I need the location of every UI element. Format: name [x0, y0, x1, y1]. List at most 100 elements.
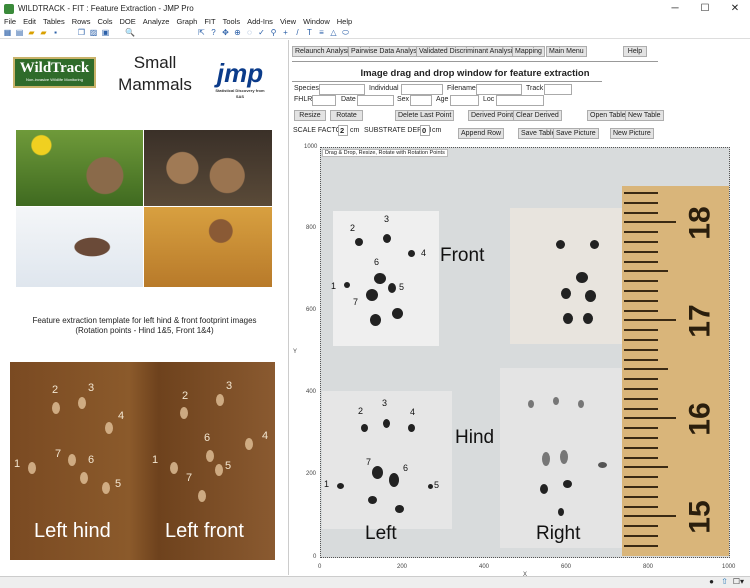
help-tool-icon[interactable]: ?: [209, 28, 218, 37]
ruler-tick: [624, 231, 658, 234]
y-axis-label: Y: [293, 349, 298, 355]
ruler-tick: [624, 417, 676, 420]
toolbar: ▦ ▤ ▰ ▰ ▪ ❐ ▨ ▣ 🔍 ⇱? ✥ ⊕ ◌ ✓ ⚲ + / T ≡ △ ⬭: [0, 27, 750, 39]
menu-addins[interactable]: Add-Ins: [247, 17, 273, 27]
filename-input[interactable]: [476, 84, 522, 95]
main-menu-button[interactable]: Main Menu: [546, 46, 587, 57]
jmp-logo: jmp Statistical Discovery from SAS: [215, 58, 265, 99]
menu-help[interactable]: Help: [337, 17, 352, 27]
ruler-tick: [624, 505, 658, 508]
annotate-icon[interactable]: T: [305, 28, 314, 37]
ruler-tick: [624, 544, 658, 547]
fhlr-input[interactable]: [312, 95, 336, 106]
close-button[interactable]: ✕: [720, 0, 750, 17]
crosshair-icon[interactable]: +: [281, 28, 290, 37]
scale-factor-input[interactable]: 2: [338, 125, 348, 136]
grabber-icon[interactable]: ⊕: [233, 28, 242, 37]
new-table-icon[interactable]: ▦: [3, 28, 12, 37]
magnifier-icon[interactable]: ⚲: [269, 28, 278, 37]
individual-input[interactable]: [401, 84, 443, 95]
x-tick: 200: [397, 564, 408, 570]
menu-fit[interactable]: FIT: [204, 17, 215, 27]
relaunch-analysis-button[interactable]: Relaunch Analysis: [292, 46, 356, 57]
mapping-button[interactable]: Mapping: [512, 46, 545, 57]
menu-file[interactable]: File: [4, 17, 16, 27]
age-input[interactable]: [450, 95, 479, 106]
derived-points-button[interactable]: Derived Points: [468, 110, 520, 121]
sex-input[interactable]: [410, 95, 432, 106]
menu-edit[interactable]: Edit: [23, 17, 36, 27]
x-tick: 800: [643, 564, 654, 570]
menu-graph[interactable]: Graph: [176, 17, 197, 27]
ruler-tick: [624, 407, 658, 410]
new-script-icon[interactable]: ▤: [15, 28, 24, 37]
brush-icon[interactable]: ✓: [257, 28, 266, 37]
ruler-tick: [624, 290, 658, 292]
ruler-tick: [624, 348, 658, 351]
menu-tables[interactable]: Tables: [43, 17, 65, 27]
sex-label: Sex: [397, 96, 410, 103]
paste-icon[interactable]: ▨: [89, 28, 98, 37]
track-input[interactable]: [544, 84, 572, 95]
move-icon[interactable]: ✥: [221, 28, 230, 37]
validated-discriminant-analysis-button[interactable]: Validated Discriminant Analysis: [416, 46, 519, 57]
menu-tools[interactable]: Tools: [223, 17, 241, 27]
track-label: Track: [526, 85, 544, 92]
loc-label: Loc: [483, 96, 495, 103]
date-input[interactable]: [357, 95, 394, 106]
new-table-button[interactable]: New Table: [625, 110, 664, 121]
species-input[interactable]: [319, 84, 365, 95]
x-tick: 600: [561, 564, 572, 570]
save-icon[interactable]: ▪: [51, 28, 60, 37]
substrate-depth-input[interactable]: 0: [420, 125, 430, 136]
resize-button[interactable]: Resize: [294, 110, 326, 121]
copy-icon[interactable]: ❐: [77, 28, 86, 37]
open-table-button[interactable]: Open Table: [587, 110, 629, 121]
ruler-label: 16: [683, 402, 717, 436]
delete-last-point-button[interactable]: Delete Last Point: [395, 110, 455, 121]
ruler-tick: [624, 201, 658, 204]
menu-cols[interactable]: Cols: [97, 17, 112, 27]
pairwise-data-analysis-button[interactable]: Pairwise Data Analysis: [348, 46, 425, 57]
arrow-tool-icon[interactable]: ⇱: [197, 28, 206, 37]
menu-rows[interactable]: Rows: [72, 17, 91, 27]
menu-doe[interactable]: DOE: [120, 17, 136, 27]
minimize-button[interactable]: ─: [660, 0, 690, 17]
status-bar: ● ⇧ ☐▾: [0, 576, 750, 588]
loc-input[interactable]: [496, 95, 544, 106]
line-icon[interactable]: /: [293, 28, 302, 37]
maximize-button[interactable]: ☐: [690, 0, 720, 17]
mouse-photo-flower: [16, 130, 143, 206]
search-icon[interactable]: 🔍: [125, 28, 135, 37]
lasso-icon[interactable]: ◌: [245, 28, 254, 37]
front-left-print: [333, 211, 439, 346]
filename-label: Filename: [447, 85, 476, 92]
new-picture-button[interactable]: New Picture: [610, 128, 654, 139]
folder-icon[interactable]: ▰: [39, 28, 48, 37]
menu-window[interactable]: Window: [303, 17, 330, 27]
wildtrack-logo: WildTrack Non-invasive Wildlife Monitorin…: [13, 57, 96, 88]
menu-view[interactable]: View: [280, 17, 296, 27]
small-mammals-title: Small Mammals: [118, 53, 192, 94]
up-arrow-icon[interactable]: ⇧: [721, 577, 728, 586]
help-button[interactable]: Help: [623, 46, 647, 57]
window-dropdown-icon[interactable]: ☐▾: [733, 577, 744, 586]
ruler-tick: [624, 378, 658, 381]
mouse-snow-photo: [16, 207, 143, 287]
individual-label: Individual: [369, 85, 399, 92]
open-icon[interactable]: ▰: [27, 28, 36, 37]
ruler-tick: [624, 319, 676, 322]
save-picture-button[interactable]: Save Picture: [553, 128, 599, 139]
age-label: Age: [436, 96, 449, 103]
ruler-tick: [624, 241, 658, 243]
clear-derived-button[interactable]: Clear Derived: [513, 110, 562, 121]
ruler-tick: [624, 515, 676, 518]
oval-icon[interactable]: ⬭: [341, 28, 350, 37]
menu-analyze[interactable]: Analyze: [143, 17, 170, 27]
rotate-button[interactable]: Rotate: [330, 110, 363, 121]
polygon-icon[interactable]: △: [329, 28, 338, 37]
list-icon[interactable]: ≡: [317, 28, 326, 37]
append-row-button[interactable]: Append Row: [458, 128, 505, 139]
info-icon[interactable]: ●: [709, 577, 714, 586]
journal-icon[interactable]: ▣: [101, 28, 110, 37]
